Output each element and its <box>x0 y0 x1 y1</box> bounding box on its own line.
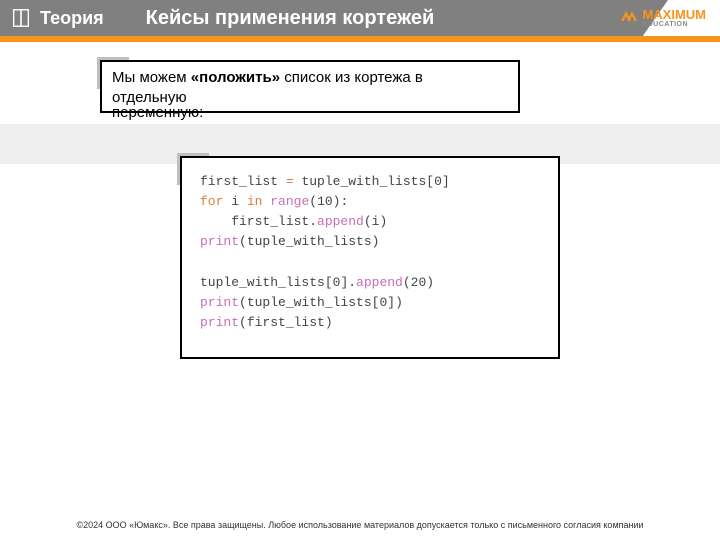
callout-line1b: «положить» <box>191 69 280 86</box>
code-l7fn: print <box>200 295 239 310</box>
code-l1c: ] <box>442 174 450 189</box>
brand-logo: MAXIMUM EDUCATION <box>620 8 706 28</box>
code-l2for: for <box>200 194 223 209</box>
code-l1b: tuple_with_lists[ <box>294 174 434 189</box>
code-l1eq: = <box>286 174 294 189</box>
footer-copyright: ©2024 ООО «Юмакс». Все права защищены. Л… <box>0 520 720 530</box>
code-l6n: 20 <box>411 275 427 290</box>
code-l1a: first_list <box>200 174 286 189</box>
brand-chevron-icon <box>620 9 638 27</box>
banner-title: Кейсы применения кортежей <box>146 7 435 30</box>
code-l7b: ]) <box>387 295 403 310</box>
code-l2b: ( <box>309 194 317 209</box>
code-l3b: (i) <box>364 214 387 229</box>
door-icon <box>10 7 32 29</box>
code-l2c: ): <box>333 194 349 209</box>
brand-sub: EDUCATION <box>642 21 706 28</box>
code-l6b: ]. <box>340 275 356 290</box>
code-l1idx: 0 <box>434 174 442 189</box>
code-l2in: in <box>247 194 263 209</box>
callout-line3: переменную: <box>112 104 203 121</box>
callout-line2: отдельную <box>112 89 187 106</box>
banner-section: Теория <box>0 0 124 36</box>
code-l7a: (tuple_with_lists[ <box>239 295 379 310</box>
code-l3fn: append <box>317 214 364 229</box>
code-l4a: (tuple_with_lists) <box>239 234 379 249</box>
code-l4fn: print <box>200 234 239 249</box>
code-l8a: (first_list) <box>239 315 333 330</box>
callout-line1a: Мы можем <box>112 69 191 86</box>
code-l6d: ) <box>426 275 434 290</box>
code-l6c: ( <box>403 275 411 290</box>
code-l6fn: append <box>356 275 403 290</box>
code-l8fn: print <box>200 315 239 330</box>
code-block: first_list = tuple_with_lists[0] for i i… <box>180 156 560 359</box>
section-label: Теория <box>40 8 104 29</box>
code-l2a: i <box>223 194 246 209</box>
banner-accent-bar <box>0 36 720 42</box>
header-banner: Теория Кейсы применения кортежей MAXIMUM… <box>0 0 720 44</box>
code-l6a: tuple_with_lists[ <box>200 275 333 290</box>
brand-name: MAXIMUM <box>642 8 706 21</box>
code-l2n: 10 <box>317 194 333 209</box>
code-l3a: first_list. <box>200 214 317 229</box>
callout-line1c: список из кортежа в <box>280 69 423 86</box>
code-l2range: range <box>270 194 309 209</box>
code-content: first_list = tuple_with_lists[0] for i i… <box>180 156 560 359</box>
